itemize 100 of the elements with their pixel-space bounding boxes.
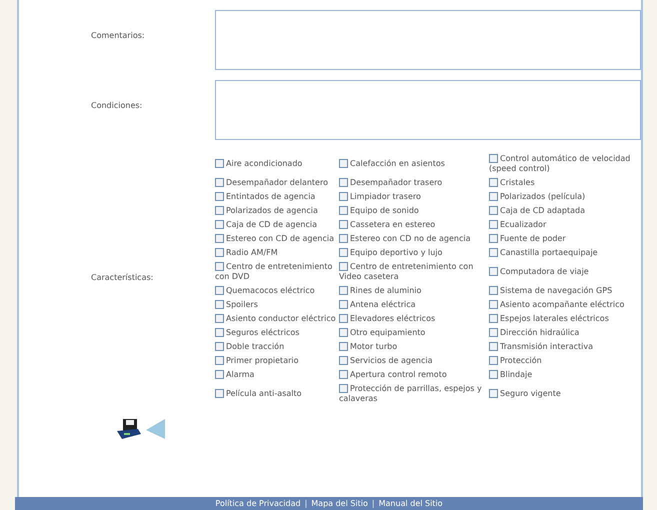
checkbox-option[interactable]: Control automático de velocidad (speed control)	[489, 154, 639, 174]
checkbox-option[interactable]: Apertura control remoto	[339, 370, 489, 380]
checkbox-option[interactable]: Quemacocos eléctrico	[215, 286, 339, 296]
checkbox-option[interactable]: Película anti-asalto	[215, 389, 339, 399]
footer-link[interactable]: Política de Privacidad	[215, 497, 301, 510]
checkbox[interactable]	[489, 248, 498, 257]
checkbox[interactable]	[339, 384, 348, 393]
checkbox-option[interactable]: Caja de CD de agencia	[215, 220, 339, 230]
checkbox[interactable]	[489, 342, 498, 351]
checkbox[interactable]	[339, 159, 348, 168]
checkbox-option[interactable]: Equipo de sonido	[339, 206, 489, 216]
footer-link[interactable]: Manual del Sitio	[378, 497, 443, 510]
checkbox-option[interactable]: Blindaje	[489, 370, 639, 380]
checkbox[interactable]	[339, 234, 348, 243]
checkbox[interactable]	[339, 248, 348, 257]
checkbox[interactable]	[489, 234, 498, 243]
checkbox-option[interactable]: Dirección hidraúlica	[489, 328, 639, 338]
checkbox[interactable]	[215, 234, 224, 243]
checkbox-option[interactable]: Cristales	[489, 178, 639, 188]
checkbox[interactable]	[215, 220, 224, 229]
checkbox[interactable]	[215, 389, 224, 398]
checkbox[interactable]	[339, 370, 348, 379]
checkbox[interactable]	[339, 342, 348, 351]
checkbox-option[interactable]: Espejos laterales eléctricos	[489, 314, 639, 324]
checkbox[interactable]	[489, 328, 498, 337]
checkbox[interactable]	[489, 206, 498, 215]
checkbox[interactable]	[215, 178, 224, 187]
checkbox[interactable]	[215, 342, 224, 351]
checkbox[interactable]	[339, 178, 348, 187]
checkbox-option[interactable]: Polarizados de agencia	[215, 206, 339, 216]
checkbox[interactable]	[339, 206, 348, 215]
checkbox[interactable]	[489, 192, 498, 201]
checkbox[interactable]	[489, 356, 498, 365]
checkbox[interactable]	[489, 178, 498, 187]
checkbox-option[interactable]: Otro equipamiento	[339, 328, 489, 338]
checkbox[interactable]	[489, 300, 498, 309]
checkbox[interactable]	[215, 192, 224, 201]
checkbox-option[interactable]: Centro de entretenimiento con DVD	[215, 262, 339, 282]
checkbox-option[interactable]: Desempañador trasero	[339, 178, 489, 188]
checkbox[interactable]	[215, 300, 224, 309]
checkbox-option[interactable]: Sistema de navegación GPS	[489, 286, 639, 296]
checkbox-option[interactable]: Desempañador delantero	[215, 178, 339, 188]
checkbox-option[interactable]: Rines de aluminio	[339, 286, 489, 296]
checkbox[interactable]	[339, 314, 348, 323]
checkbox[interactable]	[215, 370, 224, 379]
checkbox-option[interactable]: Cassetera en estereo	[339, 220, 489, 230]
checkbox-option[interactable]: Aire acondicionado	[215, 159, 339, 169]
checkbox-option[interactable]: Centro de entretenimiento con Video casetera	[339, 262, 489, 282]
checkbox[interactable]	[489, 267, 498, 276]
checkbox-option[interactable]: Transmisión interactiva	[489, 342, 639, 352]
text-area[interactable]	[215, 10, 641, 70]
checkbox-option[interactable]: Antena eléctrica	[339, 300, 489, 310]
checkbox-option[interactable]: Limpiador trasero	[339, 192, 489, 202]
checkbox-option[interactable]: Spoilers	[215, 300, 339, 310]
checkbox[interactable]	[339, 328, 348, 337]
checkbox[interactable]	[339, 220, 348, 229]
checkbox[interactable]	[215, 159, 224, 168]
checkbox-option[interactable]: Calefacción en asientos	[339, 159, 489, 169]
checkbox[interactable]	[339, 192, 348, 201]
checkbox[interactable]	[215, 328, 224, 337]
checkbox[interactable]	[339, 286, 348, 295]
checkbox[interactable]	[339, 356, 348, 365]
checkbox[interactable]	[215, 314, 224, 323]
checkbox[interactable]	[215, 262, 224, 271]
checkbox[interactable]	[489, 389, 498, 398]
checkbox-option[interactable]: Doble tracción	[215, 342, 339, 352]
checkbox-option[interactable]: Protección de parrillas, espejos y calaveras	[339, 384, 489, 404]
checkbox-option[interactable]: Servicios de agencia	[339, 356, 489, 366]
checkbox[interactable]	[215, 206, 224, 215]
checkbox-option[interactable]: Motor turbo	[339, 342, 489, 352]
checkbox-option[interactable]: Asiento acompañante eléctrico	[489, 300, 639, 310]
checkbox[interactable]	[339, 262, 348, 271]
checkbox-option[interactable]: Elevadores eléctricos	[339, 314, 489, 324]
checkbox-option[interactable]: Ecualizador	[489, 220, 639, 230]
checkbox-option[interactable]: Equipo deportivo y lujo	[339, 248, 489, 258]
checkbox-option[interactable]: Alarma	[215, 370, 339, 380]
checkbox[interactable]	[489, 370, 498, 379]
checkbox-option[interactable]: Seguro vigente	[489, 389, 639, 399]
checkbox-option[interactable]: Radio AM/FM	[215, 248, 339, 258]
checkbox[interactable]	[489, 314, 498, 323]
floppy-drive-icon[interactable]	[116, 418, 142, 440]
checkbox[interactable]	[489, 220, 498, 229]
checkbox-option[interactable]: Seguros eléctricos	[215, 328, 339, 338]
checkbox[interactable]	[215, 356, 224, 365]
text-area[interactable]	[215, 80, 641, 140]
checkbox-option[interactable]: Fuente de poder	[489, 234, 639, 244]
checkbox-option[interactable]: Estereo con CD no de agencia	[339, 234, 489, 244]
checkbox-option[interactable]: Asiento conductor eléctrico	[215, 314, 339, 324]
checkbox-option[interactable]: Canastilla portaequipaje	[489, 248, 639, 258]
checkbox-option[interactable]: Caja de CD adaptada	[489, 206, 639, 216]
checkbox[interactable]	[215, 248, 224, 257]
checkbox-option[interactable]: Protección	[489, 356, 639, 366]
checkbox-option[interactable]: Estereo con CD de agencia	[215, 234, 339, 244]
checkbox-option[interactable]: Polarizados (película)	[489, 192, 639, 202]
checkbox-option[interactable]: Primer propietario	[215, 356, 339, 366]
checkbox-option[interactable]: Computadora de viaje	[489, 267, 639, 277]
checkbox[interactable]	[339, 300, 348, 309]
checkbox-option[interactable]: Entintados de agencia	[215, 192, 339, 202]
checkbox[interactable]	[489, 154, 498, 163]
checkbox[interactable]	[215, 286, 224, 295]
